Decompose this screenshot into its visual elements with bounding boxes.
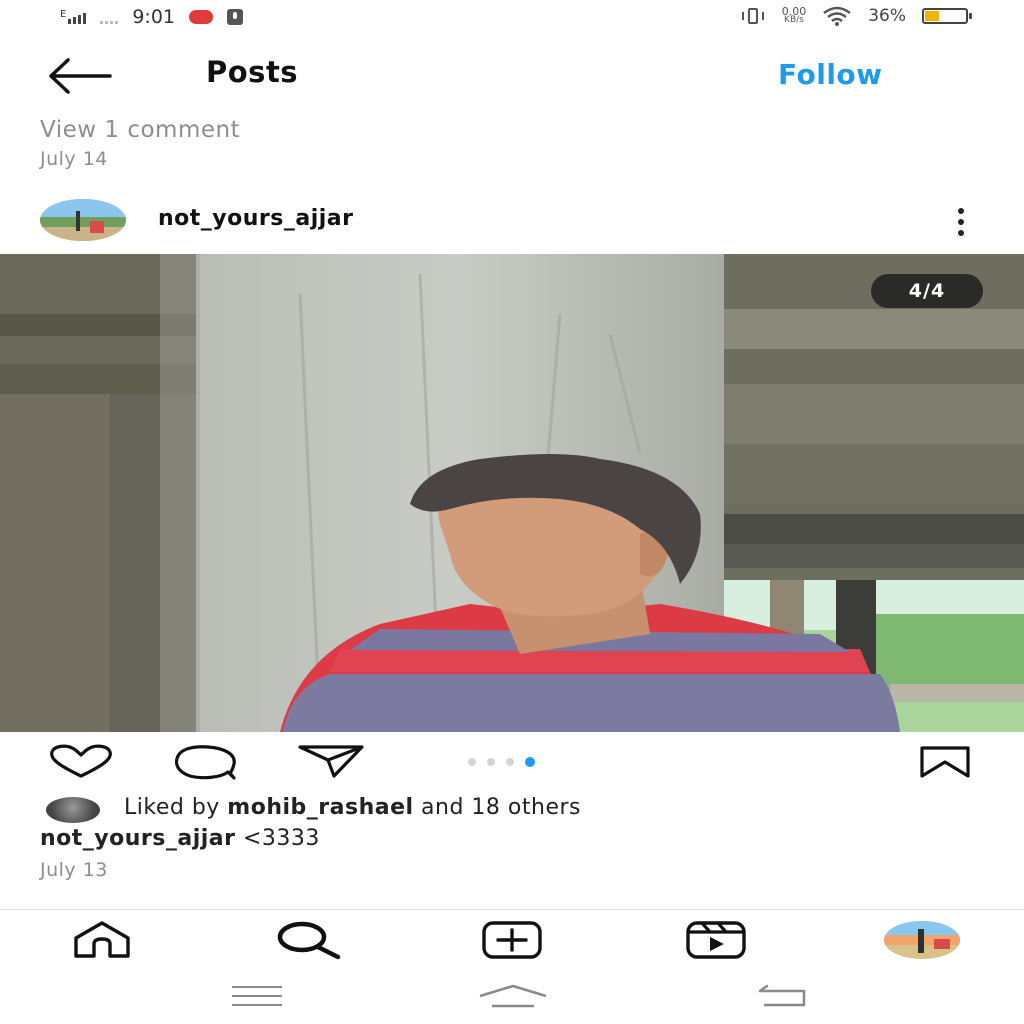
profile-avatar[interactable] bbox=[884, 921, 960, 959]
liked-by-avatar[interactable] bbox=[46, 797, 100, 823]
post-date: July 13 bbox=[40, 859, 108, 881]
battery-percent: 36% bbox=[868, 6, 906, 26]
post-author-username[interactable]: not_yours_ajjar bbox=[158, 206, 353, 231]
network-speed-unit: KB/s bbox=[784, 15, 804, 25]
notification-app-icon bbox=[189, 10, 213, 24]
system-back-button[interactable] bbox=[756, 984, 808, 1008]
carousel-dot bbox=[525, 757, 535, 767]
caption-username[interactable]: not_yours_ajjar bbox=[40, 826, 235, 851]
previous-post-date: July 14 bbox=[40, 148, 108, 170]
liked-by-user[interactable]: mohib_rashael bbox=[227, 795, 413, 820]
heart-icon[interactable] bbox=[46, 744, 116, 780]
comment-icon[interactable] bbox=[172, 744, 240, 782]
carousel-dot bbox=[506, 758, 514, 766]
carousel-indicator bbox=[468, 757, 535, 767]
carousel-dot bbox=[468, 758, 476, 766]
status-bar: E 9:01 0.00 KB/s 36% bbox=[0, 0, 1024, 38]
status-right: 0.00 KB/s 36% bbox=[740, 6, 972, 26]
network-type: E bbox=[60, 9, 67, 20]
bottom-nav-divider bbox=[0, 909, 1024, 910]
back-arrow-icon[interactable] bbox=[46, 56, 112, 96]
system-recents-button[interactable] bbox=[232, 986, 282, 1006]
clock: 9:01 bbox=[132, 6, 175, 28]
carousel-dot bbox=[487, 758, 495, 766]
media-counter-badge: 4/4 bbox=[871, 274, 983, 308]
wifi-icon bbox=[823, 6, 851, 26]
system-home-button[interactable] bbox=[478, 984, 548, 1008]
notification-mic-icon bbox=[227, 9, 243, 25]
add-post-icon[interactable] bbox=[480, 920, 544, 960]
bookmark-icon[interactable] bbox=[918, 746, 972, 778]
view-comments-link[interactable]: View 1 comment bbox=[40, 117, 240, 143]
paper-plane-icon[interactable] bbox=[298, 744, 364, 778]
status-left: E 9:01 bbox=[60, 6, 243, 28]
post-caption: not_yours_ajjar <3333 bbox=[40, 826, 320, 851]
liked-others[interactable]: and 18 others bbox=[414, 795, 581, 820]
reels-icon[interactable] bbox=[684, 920, 748, 960]
network-speed: 0.00 KB/s bbox=[782, 6, 807, 25]
more-options-icon[interactable] bbox=[950, 208, 972, 236]
battery-level bbox=[925, 11, 939, 21]
post-image[interactable] bbox=[0, 254, 1024, 732]
search-icon[interactable] bbox=[274, 920, 342, 960]
follow-button[interactable]: Follow bbox=[778, 58, 883, 91]
sim2-signal-icon bbox=[100, 10, 119, 24]
page-title: Posts bbox=[206, 55, 299, 89]
caption-text: <3333 bbox=[235, 826, 320, 851]
vibrate-icon bbox=[740, 8, 766, 24]
battery-icon bbox=[922, 8, 972, 24]
liked-by-text[interactable]: Liked by mohib_rashael and 18 others bbox=[124, 795, 581, 820]
cellular-signal-icon: E bbox=[60, 9, 87, 24]
home-icon[interactable] bbox=[70, 920, 134, 960]
post-author-avatar[interactable] bbox=[40, 199, 126, 241]
liked-prefix: Liked by bbox=[124, 795, 228, 820]
